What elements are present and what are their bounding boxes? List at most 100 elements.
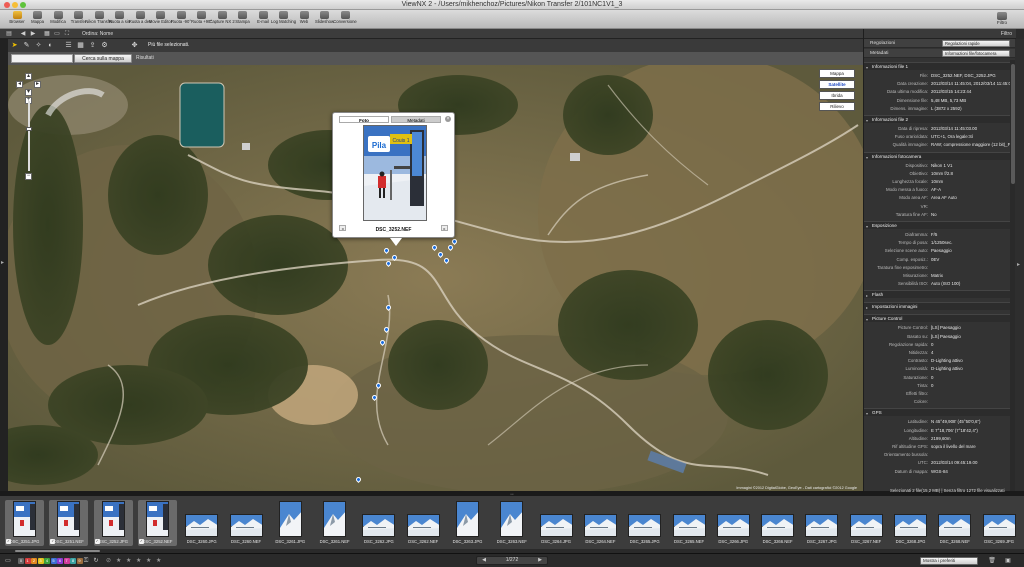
forward-arrow-icon[interactable]: ▶: [28, 30, 38, 38]
adjustments-select[interactable]: Regolazioni rapide: [942, 40, 1010, 47]
photo-location-pin[interactable]: [442, 256, 451, 265]
metadata-section-esposizione[interactable]: ▾ Esposizione: [864, 221, 1010, 229]
photo-location-pin[interactable]: [446, 243, 455, 252]
filmstrip-item[interactable]: DSC_3260.JPG: [182, 500, 221, 546]
photo-location-pin[interactable]: [450, 237, 459, 246]
map-type-satellite-button[interactable]: Satellite: [819, 80, 855, 89]
color-label-9-button[interactable]: 9: [76, 558, 83, 564]
fullscreen-icon[interactable]: ⛶: [62, 30, 72, 38]
zoom-slider-knob[interactable]: [26, 127, 32, 131]
rating-star-icon[interactable]: ★: [116, 557, 121, 564]
display-filter-select[interactable]: Mostra i preferiti: [920, 557, 978, 565]
filmstrip-item[interactable]: DSC_3261.JPG: [271, 500, 310, 546]
filmstrip-item[interactable]: DSC_3265.JPG: [625, 500, 664, 546]
metadata-section-flash[interactable]: ▸ Flash: [864, 290, 1010, 299]
filmstrip-scroll-knob[interactable]: [15, 550, 100, 552]
rating-star-icon[interactable]: ★: [156, 557, 161, 564]
filmstrip-item[interactable]: DSC_3263.JPG: [448, 500, 487, 546]
map-search-input[interactable]: [11, 54, 73, 63]
prev-page-button[interactable]: ◀: [479, 557, 489, 564]
metadata-section-picture-control[interactable]: ▾ Picture Control: [864, 314, 1010, 323]
satellite-map[interactable]: ▴ ◂ ▸ ▾ + − Mappa Satellite Ibrida Rilievo …: [8, 65, 863, 491]
preview-toggle-icon[interactable]: ▣: [1004, 557, 1012, 565]
back-arrow-icon[interactable]: ◀: [18, 30, 28, 38]
pan-right-button[interactable]: ▸: [34, 81, 41, 88]
map-search-button[interactable]: Cerca sulla mappa: [74, 54, 132, 63]
filmstrip-item[interactable]: DSC_3268.NEF: [935, 500, 974, 546]
metadata-section-informazioni-file-1[interactable]: ▾ Informazioni file 1: [864, 62, 1010, 70]
photo-location-pin[interactable]: [370, 393, 379, 402]
folder-panel-icon[interactable]: ▤: [4, 30, 14, 38]
photo-location-pin[interactable]: [374, 381, 383, 390]
rating-star-icon[interactable]: ★: [136, 557, 141, 564]
photo-location-pin[interactable]: [384, 303, 393, 312]
metadata-section-impostazioni-immagini[interactable]: ▸ Impostazioni immagini: [864, 302, 1010, 311]
rating-star-icon[interactable]: ★: [126, 557, 131, 564]
panel-filter-label[interactable]: Filtro: [1001, 30, 1012, 38]
photo-location-pin[interactable]: [378, 338, 387, 347]
filmstrip-item[interactable]: ✓ DSC_3251.NEF: [49, 500, 89, 546]
photo-location-pin[interactable]: [390, 253, 399, 262]
filmstrip-item[interactable]: DSC_3267.NEF: [847, 500, 886, 546]
sort-dropdown[interactable]: Ordina: Nome: [82, 30, 113, 38]
color-label-2-button[interactable]: 2: [31, 558, 37, 564]
map-tool-icon[interactable]: ▦: [76, 41, 85, 50]
filter-toggle-button[interactable]: Filtro: [984, 12, 1020, 26]
pan-down-button[interactable]: ▾: [25, 89, 32, 96]
move-pin-icon[interactable]: ✥: [130, 41, 139, 50]
color-label-4-button[interactable]: 4: [44, 558, 50, 564]
color-label-0-button[interactable]: 0: [18, 558, 24, 564]
filmstrip-item[interactable]: DSC_3264.NEF: [581, 500, 620, 546]
popup-close-icon[interactable]: ×: [445, 116, 451, 122]
photo-location-pin[interactable]: [382, 246, 391, 255]
metadata-select[interactable]: Informazioni file/fotocamera: [942, 50, 1010, 57]
filmstrip-item[interactable]: ✓ DSC_3252.JPG: [93, 500, 133, 546]
rating-star-icon[interactable]: ★: [146, 557, 151, 564]
next-page-button[interactable]: ▶: [535, 557, 545, 564]
pin-tool-icon[interactable]: ✎: [22, 41, 31, 50]
filmstrip-item[interactable]: DSC_3265.NEF: [670, 500, 709, 546]
settings-tool-icon[interactable]: ⚙: [100, 41, 109, 50]
color-label-5-button[interactable]: 5: [50, 558, 57, 564]
filmstrip-item[interactable]: DSC_3260.NEF: [227, 500, 266, 546]
popup-photo[interactable]: Pila Couis 1: [363, 125, 427, 221]
image-view-icon[interactable]: ▭: [52, 30, 62, 38]
camera-tool-icon[interactable]: ◐: [46, 41, 55, 50]
map-type-mappa-button[interactable]: Mappa: [819, 69, 855, 78]
filmstrip-item[interactable]: DSC_3262.JPG: [359, 500, 398, 546]
select-pointer-icon[interactable]: ➤: [10, 41, 19, 50]
filmstrip-item[interactable]: DSC_3269.JPG: [980, 500, 1019, 546]
zoom-slider[interactable]: [28, 101, 30, 171]
rating-clear-icon[interactable]: ⊘: [106, 557, 111, 564]
toolbar-conversione-button[interactable]: Conversione: [331, 11, 359, 28]
thumbnail-size-icon[interactable]: ▭: [4, 557, 12, 565]
rotate-icon[interactable]: ↻: [92, 557, 100, 565]
right-panel-toggle[interactable]: ▸: [1015, 39, 1024, 491]
grid-view-icon[interactable]: ▦: [42, 30, 52, 38]
filmstrip-item[interactable]: DSC_3264.JPG: [537, 500, 576, 546]
color-label-6-button[interactable]: 6: [57, 558, 63, 564]
trash-icon[interactable]: 🗑: [988, 557, 996, 565]
metadata-section-gps[interactable]: ▾ GPS: [864, 408, 1010, 417]
color-label-3-button[interactable]: 3: [37, 558, 44, 564]
filmstrip-item[interactable]: ✓ DSC_3251.JPG: [5, 500, 44, 546]
photo-location-pin[interactable]: [354, 475, 363, 484]
metadata-section-informazioni-file-2[interactable]: ▾ Informazioni file 2: [864, 115, 1010, 123]
export-tool-icon[interactable]: ⇪: [88, 41, 97, 50]
photo-location-pin[interactable]: [430, 243, 439, 252]
photo-location-pin[interactable]: [382, 325, 391, 334]
filmstrip-item[interactable]: DSC_3268.JPG: [891, 500, 930, 546]
protect-icon[interactable]: ⚿: [82, 557, 90, 565]
color-label-7-button[interactable]: 7: [63, 558, 70, 564]
filmstrip-item[interactable]: DSC_3266.NEF: [758, 500, 797, 546]
metadata-section-informazioni-fotocamera[interactable]: ▾ Informazioni fotocamera: [864, 151, 1010, 160]
color-label-8-button[interactable]: 8: [70, 558, 76, 564]
list-tool-icon[interactable]: ☰: [64, 41, 73, 50]
map-type-rilievo-button[interactable]: Rilievo: [819, 102, 855, 111]
filmstrip-item[interactable]: ✓ DSC_3252.NEF: [137, 500, 177, 546]
color-label-1-button[interactable]: 1: [24, 558, 31, 564]
zoom-out-button[interactable]: −: [25, 173, 32, 180]
filmstrip-item[interactable]: DSC_3267.JPG: [802, 500, 841, 546]
pan-up-button[interactable]: ▴: [25, 73, 32, 80]
track-tool-icon[interactable]: ✧: [34, 41, 43, 50]
